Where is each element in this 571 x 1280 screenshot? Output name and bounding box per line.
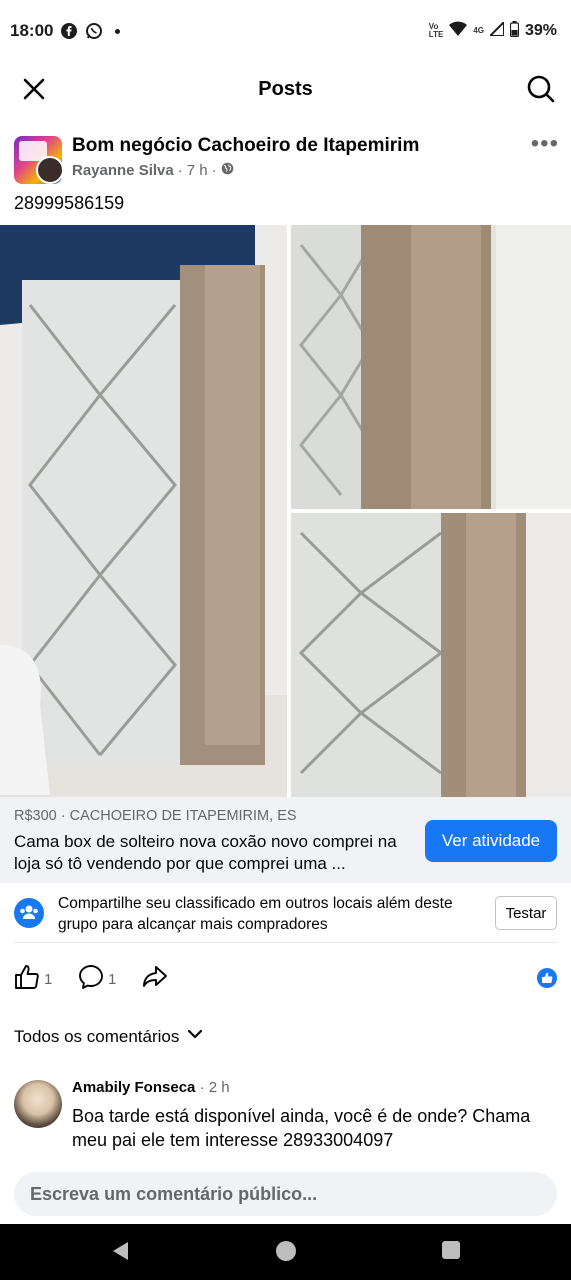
photo-grid [0,225,571,797]
share-arrow-icon [142,964,168,994]
close-icon[interactable] [20,75,48,103]
divider [14,942,557,943]
listing-description: Cama box de solteiro nova coxão novo com… [14,832,397,873]
comment-input[interactable] [14,1172,557,1216]
signal-icon [487,19,505,41]
chevron-down-icon [187,1026,203,1047]
comment-button[interactable]: 1 [78,964,116,994]
whatsapp-icon [85,22,103,40]
like-reaction-icon[interactable] [537,968,557,988]
listing-price-location: R$300 · CACHOEIRO DE ITAPEMIRIM, ES [14,808,297,824]
top-bar: Posts [0,62,571,116]
back-icon[interactable] [110,1240,130,1267]
share-banner-text: Compartilhe seu classificado em outros l… [58,895,453,933]
author-avatar[interactable] [36,156,64,184]
system-nav-bar [0,1224,571,1280]
facebook-icon [61,23,78,39]
group-name[interactable]: Bom negócio Cachoeiro de Itapemirim [72,135,419,157]
post-actions: 1 1 [0,960,571,996]
share-button[interactable] [142,964,168,994]
meta-separator: · [211,162,217,179]
comment-text: Boa tarde está disponível ainda, você é … [72,1106,531,1150]
commenter-avatar[interactable] [14,1080,62,1128]
post-photo-3[interactable] [291,513,571,797]
comment-box [14,1172,557,1216]
globe-icon [221,162,234,179]
network-type: 4G [473,26,484,35]
post-time[interactable]: 7 h [187,162,208,179]
comment-item: Amabily Fonseca · 2 h Boa tarde está dis… [0,1078,571,1158]
comment-icon [78,964,104,994]
comments-filter[interactable]: Todos os comentários [14,1026,203,1047]
more-options-icon[interactable]: ••• [531,132,559,156]
notification-dot-icon [115,28,121,34]
comment-time: 2 h [208,1079,230,1096]
people-icon [14,898,44,928]
post-text: 28999586159 [14,193,125,213]
meta-separator: · [177,162,183,179]
home-icon[interactable] [275,1240,297,1267]
post-meta: Rayanne Silva · 7 h · [72,162,234,179]
recents-icon[interactable] [441,1240,461,1265]
page-title: Posts [258,77,313,100]
comment-separator: · [199,1079,209,1096]
test-button[interactable]: Testar [495,896,557,930]
battery-icon [509,20,520,42]
post-author[interactable]: Rayanne Silva [72,162,174,179]
share-banner: Compartilhe seu classificado em outros l… [0,884,571,944]
search-icon[interactable] [525,73,557,105]
status-time: 18:00 [10,21,54,40]
battery-percent: 39% [524,22,557,39]
comment-author[interactable]: Amabily Fonseca [72,1079,195,1096]
listing-card[interactable]: R$300 · CACHOEIRO DE ITAPEMIRIM, ES Cama… [0,797,571,883]
post-header: Bom negócio Cachoeiro de Itapemirim Raya… [0,130,571,190]
comment-count: 1 [108,970,117,988]
post-photo-1[interactable] [0,225,287,797]
like-count: 1 [44,970,53,988]
volte-icon: Vo LTE [428,22,444,39]
comments-filter-label: Todos os comentários [14,1026,180,1046]
like-button[interactable]: 1 [14,964,52,994]
thumbs-up-icon [14,964,40,994]
view-activity-button[interactable]: Ver atividade [425,820,557,862]
post-photo-2[interactable] [291,225,571,509]
status-bar: 18:00 Vo LTE 4G 39% [0,0,571,62]
comment-header: Amabily Fonseca · 2 h [72,1079,230,1096]
wifi-icon [449,21,468,42]
